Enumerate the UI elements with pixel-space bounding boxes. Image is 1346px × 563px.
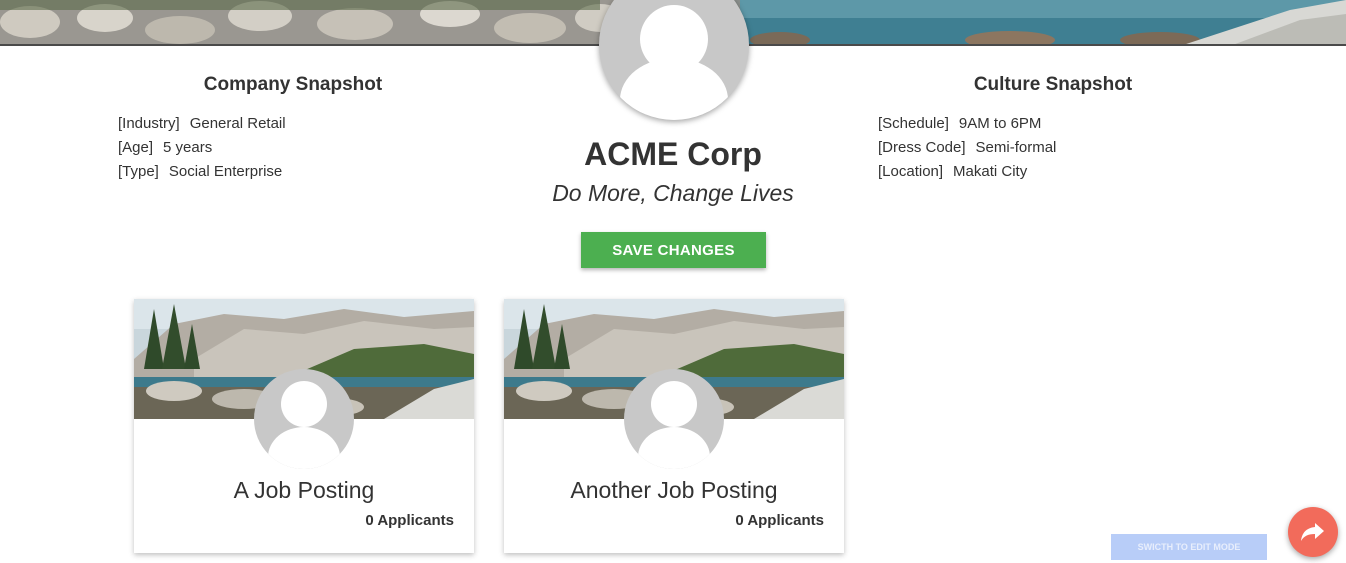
snapshot-row-dress-code: [Dress Code] Semi-formal [878,136,1056,160]
company-name: ACME Corp [584,136,762,172]
snapshot-row-industry: [Industry] General Retail [118,112,286,136]
job-applicant-count: 0 Applicants [365,512,454,529]
job-title[interactable]: Another Job Posting [504,477,844,504]
snapshot-key: [Age] [118,139,154,156]
snapshot-row-type: [Type] Social Enterprise [118,160,286,184]
snapshot-key: [Type] [118,163,159,180]
person-silhouette-body [620,58,728,120]
snapshot-value: Semi-formal [975,139,1057,156]
person-silhouette-body [638,427,710,469]
job-card[interactable]: A Job Posting 0 Applicants [134,299,474,553]
culture-snapshot-list: [Schedule] 9AM to 6PM [Dress Code] Semi-fo… [878,112,1056,184]
snapshot-value: 5 years [163,139,213,156]
job-title[interactable]: A Job Posting [134,477,474,504]
snapshot-value: General Retail [189,115,286,132]
company-snapshot-title: Company Snapshot [203,74,383,95]
snapshot-key: [Schedule] [878,115,949,132]
share-arrow-icon [1301,523,1324,541]
save-changes-button[interactable]: SAVE CHANGES [581,232,766,268]
snapshot-value: Social Enterprise [168,163,283,180]
job-card[interactable]: Another Job Posting 0 Applicants [504,299,844,553]
company-snapshot-list: [Industry] General Retail [Age] 5 years [T… [118,112,286,184]
company-avatar[interactable] [599,0,749,120]
snapshot-key: [Dress Code] [878,139,966,156]
person-silhouette-icon [651,381,697,427]
company-tagline: Do More, Change Lives [552,180,794,206]
person-silhouette-body [268,427,340,469]
share-button[interactable] [1288,507,1338,557]
switch-to-edit-mode-button[interactable]: SWICTH TO EDIT MODE [1111,534,1267,560]
snapshot-row-age: [Age] 5 years [118,136,286,160]
snapshot-value: Makati City [953,163,1028,180]
snapshot-key: [Industry] [118,115,180,132]
job-avatar [624,369,724,469]
snapshot-row-location: [Location] Makati City [878,160,1056,184]
person-silhouette-icon [281,381,327,427]
job-avatar [254,369,354,469]
snapshot-key: [Location] [878,163,944,180]
job-applicant-count: 0 Applicants [735,512,824,529]
culture-snapshot-title: Culture Snapshot [973,74,1133,95]
snapshot-row-schedule: [Schedule] 9AM to 6PM [878,112,1056,136]
snapshot-value: 9AM to 6PM [958,115,1042,132]
